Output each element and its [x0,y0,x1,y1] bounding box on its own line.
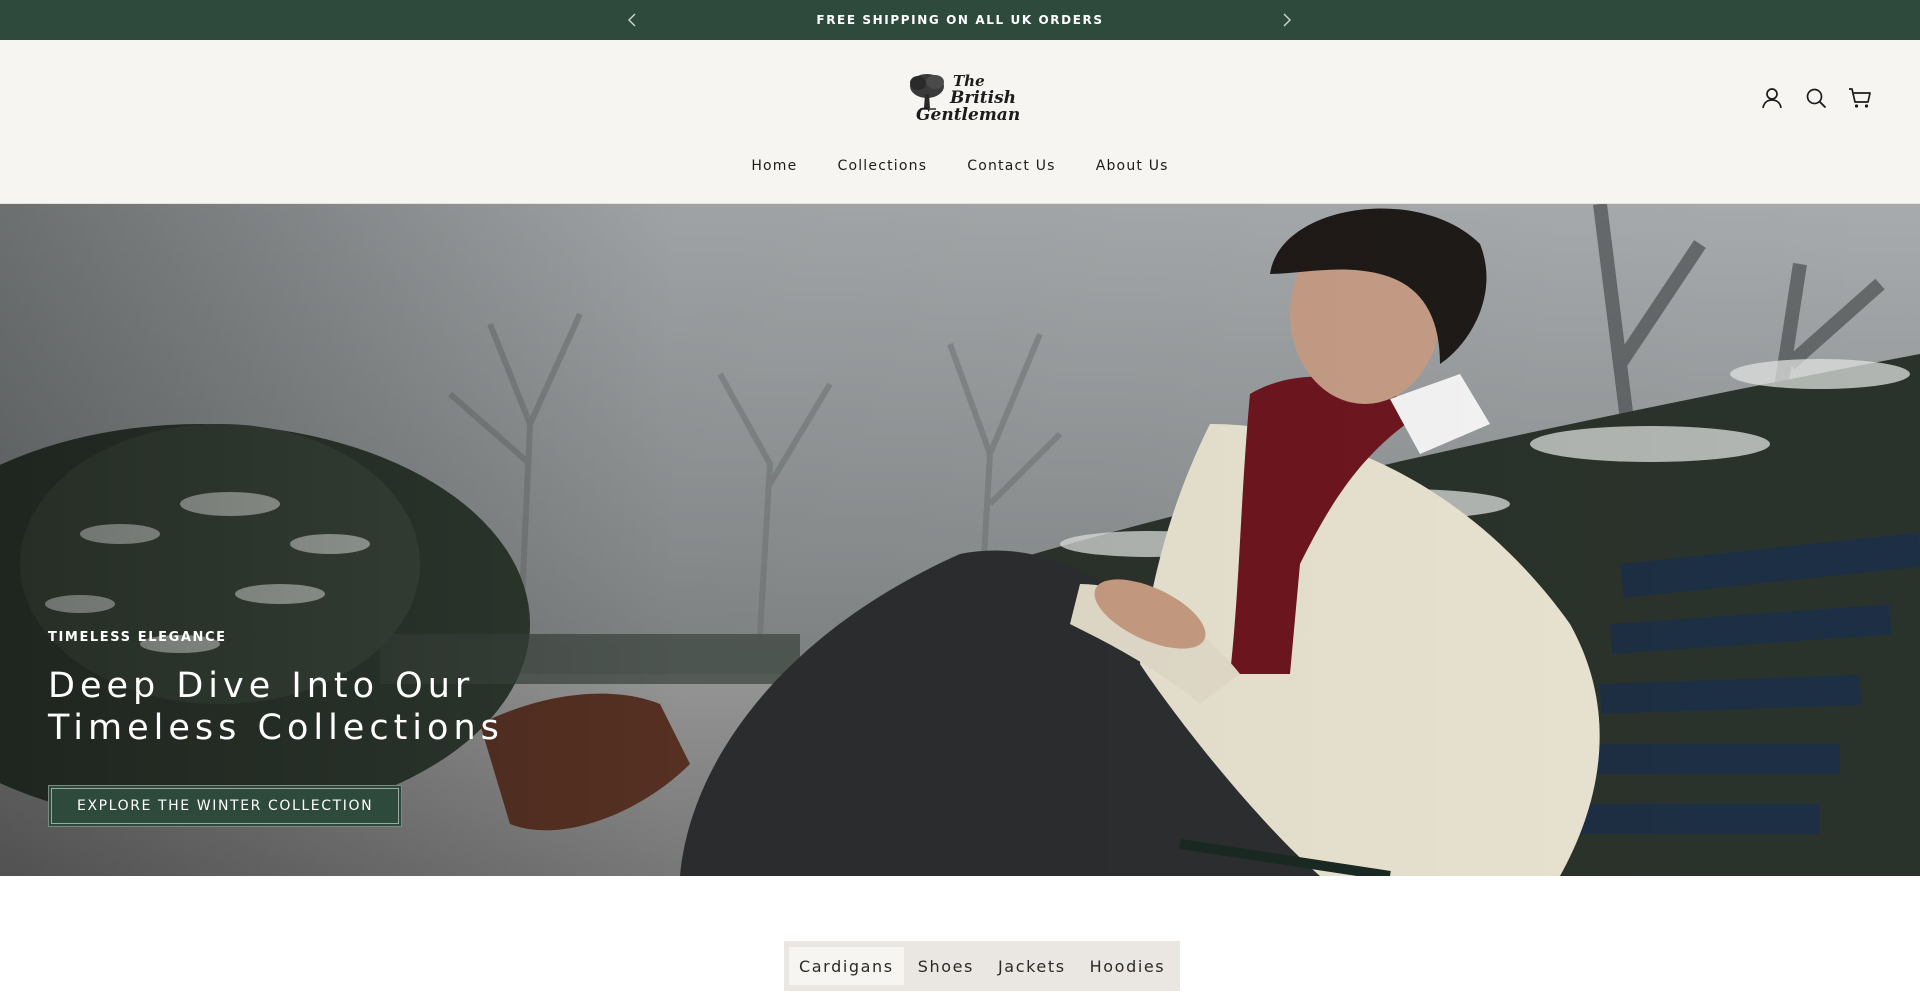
logo-text-line1: The [953,72,985,90]
cart-icon [1849,88,1871,108]
hero-eyebrow: TIMELESS ELEGANCE [48,630,227,645]
account-button[interactable] [1760,86,1784,110]
hero-title: Deep Dive Into Our Timeless Collections [48,666,504,748]
nav-item-collections[interactable]: Collections [837,158,927,174]
tab-shoes[interactable]: Shoes [908,947,984,985]
tab-hoodies[interactable]: Hoodies [1080,947,1176,985]
site-header: The British Gentleman Home Collections C… [0,40,1920,204]
tab-jackets[interactable]: Jackets [988,947,1076,985]
account-icon [1762,88,1782,109]
nav-item-contact-us[interactable]: Contact Us [967,158,1055,174]
announcement-text: FREE SHIPPING ON ALL UK ORDERS [816,13,1104,27]
search-icon [1806,88,1827,109]
announcement-bar: FREE SHIPPING ON ALL UK ORDERS [0,0,1920,40]
header-actions [1760,86,1872,110]
hero-content: TIMELESS ELEGANCE Deep Dive Into Our Tim… [48,630,568,827]
logo-text-line3: Gentleman [916,105,1021,125]
cart-button[interactable] [1848,86,1872,110]
site-logo[interactable]: The British Gentleman [908,70,1020,128]
main-nav: Home Collections Contact Us About Us [0,158,1920,174]
tab-cardigans[interactable]: Cardigans [789,947,904,985]
chevron-right-icon [1283,13,1291,27]
search-button[interactable] [1804,86,1828,110]
announcement-next-button[interactable] [1274,8,1298,32]
chevron-left-icon [628,13,636,27]
explore-winter-collection-button[interactable]: EXPLORE THE WINTER COLLECTION [48,785,403,827]
hero-banner: TIMELESS ELEGANCE Deep Dive Into Our Tim… [0,204,1920,876]
collection-tabs: Cardigans Shoes Jackets Hoodies [784,941,1181,991]
nav-item-about-us[interactable]: About Us [1096,158,1169,174]
announcement-prev-button[interactable] [621,8,645,32]
nav-item-home[interactable]: Home [751,158,797,174]
